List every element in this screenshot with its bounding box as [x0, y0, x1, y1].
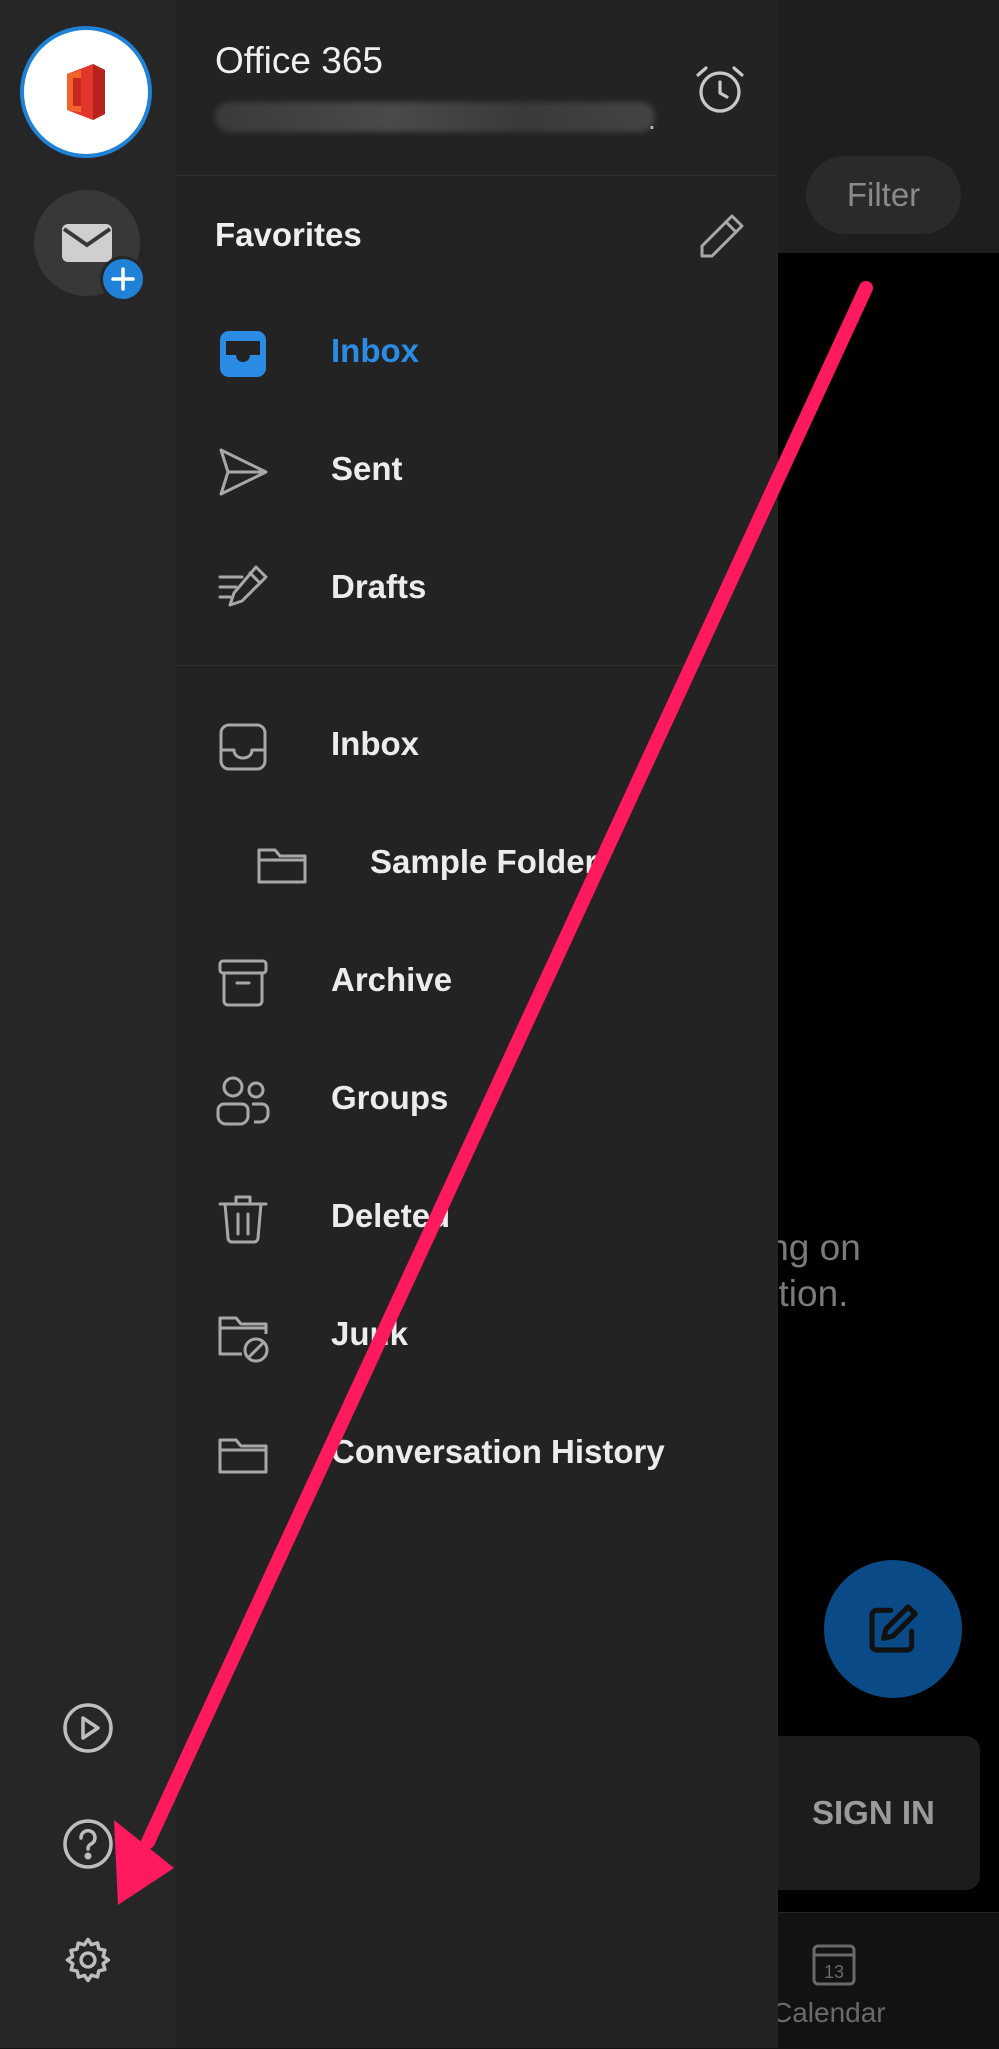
divider: [176, 665, 778, 666]
folder-inbox[interactable]: Inbox: [176, 687, 778, 805]
archive-icon: [218, 959, 268, 1007]
folder-sample-folder-label: Sample Folder: [370, 843, 598, 880]
calendar-icon[interactable]: 13: [810, 1940, 858, 1988]
alarm-clock-icon: [696, 66, 744, 113]
filter-button[interactable]: Filter: [806, 156, 961, 234]
account-email-suffix: .: [648, 104, 656, 135]
mail-icon: [62, 224, 112, 262]
calendar-day: 13: [824, 1962, 844, 1982]
favorite-inbox[interactable]: Inbox: [176, 294, 778, 412]
pencil-icon: [700, 214, 744, 258]
folder-icon: [218, 1438, 268, 1474]
divider: [176, 175, 778, 176]
help-icon: [63, 1819, 113, 1869]
settings-icon: [65, 1937, 111, 1983]
folder-deleted[interactable]: Deleted: [176, 1159, 778, 1277]
help-button[interactable]: [60, 1816, 116, 1872]
folder-sample-folder[interactable]: Sample Folder: [176, 805, 778, 923]
favorite-drafts-label: Drafts: [331, 568, 427, 605]
drafts-icon: [218, 565, 268, 607]
folder-inbox-label: Inbox: [331, 725, 419, 762]
folder-junk-label: Junk: [331, 1315, 409, 1352]
favorites-title: Favorites: [215, 216, 362, 253]
folder-icon: [257, 848, 307, 884]
inbox-icon: [219, 723, 267, 771]
favorite-sent[interactable]: Sent: [176, 412, 778, 530]
favorite-drafts[interactable]: Drafts: [176, 530, 778, 648]
groups-icon: [216, 1076, 270, 1126]
folder-groups-label: Groups: [331, 1079, 449, 1116]
folder-archive-label: Archive: [331, 961, 453, 998]
folder-groups[interactable]: Groups: [176, 1041, 778, 1159]
folder-conversation-history[interactable]: Conversation History: [176, 1395, 778, 1513]
office-logo-icon: [67, 64, 105, 120]
do-not-disturb-button[interactable]: [692, 62, 748, 118]
send-icon: [219, 448, 268, 496]
account-email-redacted: [215, 102, 655, 132]
folder-conversation-history-label: Conversation History: [331, 1433, 665, 1470]
sign-in-button[interactable]: SIGN IN: [812, 1794, 935, 1832]
office-account-avatar[interactable]: [24, 30, 148, 154]
favorite-inbox-label: Inbox: [331, 332, 419, 369]
junk-folder-icon: [218, 1316, 269, 1363]
favorite-sent-label: Sent: [331, 450, 403, 487]
compose-icon: [869, 1604, 918, 1653]
tab-calendar[interactable]: Calendar: [772, 1997, 886, 2029]
trash-icon: [218, 1195, 268, 1244]
whats-new-button[interactable]: [60, 1700, 116, 1756]
edit-favorites-button[interactable]: [694, 210, 748, 264]
settings-button[interactable]: [60, 1932, 116, 1988]
account-rail: [0, 0, 176, 2048]
folder-junk[interactable]: Junk: [176, 1277, 778, 1395]
account-name: Office 365: [215, 40, 383, 81]
inbox-filled-icon: [220, 331, 266, 377]
folder-deleted-label: Deleted: [331, 1197, 451, 1234]
play-icon: [63, 1703, 113, 1753]
add-badge-icon: [100, 256, 146, 302]
folder-archive[interactable]: Archive: [176, 923, 778, 1041]
compose-button[interactable]: [824, 1560, 962, 1698]
